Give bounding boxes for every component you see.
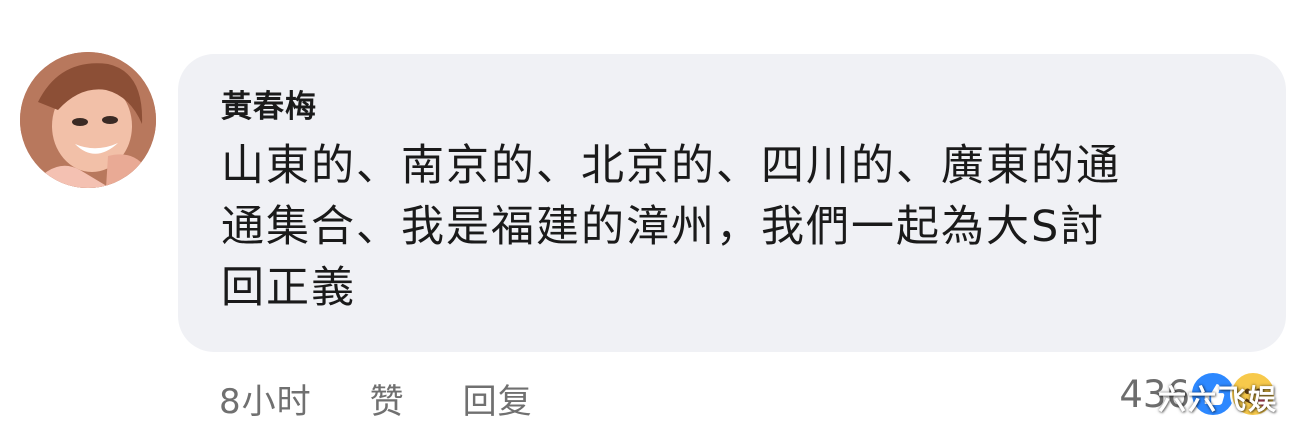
comment-bubble: 黃春梅 山東的、南京的、北京的、四川的、廣東的通 通集合、我是福建的漳州，我們一… bbox=[178, 54, 1286, 352]
comment-screenshot: 黃春梅 山東的、南京的、北京的、四川的、廣東的通 通集合、我是福建的漳州，我們一… bbox=[0, 0, 1294, 436]
comment-meta: 8小时 赞 回复 bbox=[219, 370, 533, 426]
reply-button[interactable]: 回复 bbox=[463, 374, 533, 423]
avatar[interactable] bbox=[20, 52, 156, 188]
comment-author[interactable]: 黃春梅 bbox=[221, 88, 317, 126]
reaction-summary[interactable]: 436 bbox=[1119, 362, 1276, 426]
like-button[interactable]: 赞 bbox=[370, 374, 405, 423]
comment-time: 8小时 bbox=[219, 381, 312, 422]
reaction-count: 436 bbox=[1119, 372, 1190, 416]
avatar-image bbox=[20, 52, 156, 188]
care-icon bbox=[1230, 371, 1276, 417]
comment-text: 山東的、南京的、北京的、四川的、廣東的通 通集合、我是福建的漳州，我們一起為大S… bbox=[221, 141, 1121, 313]
